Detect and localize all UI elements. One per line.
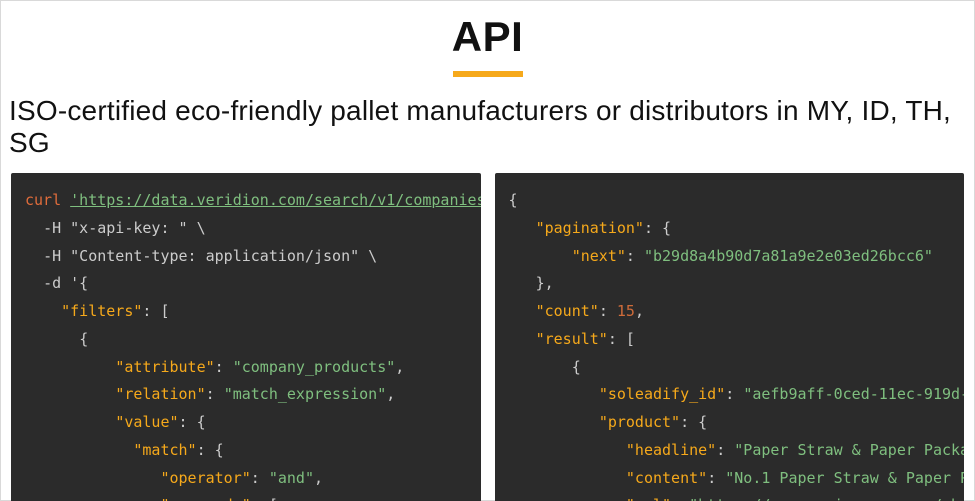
next-val: "b29d8a4b90d7a81a9e2e03ed26bcc6" [644,247,933,265]
filters-key: "filters" [61,302,142,320]
content-val: "No.1 Paper Straw & Paper P [725,469,964,487]
request-url: 'https://data.veridion.com/search/v1/com… [70,191,480,209]
value-key: "value" [115,413,178,431]
soleadify-val: "aefb9aff-0ced-11ec-919d-8 [743,385,964,403]
count-val: 15 [617,302,635,320]
count-key: "count" [536,302,599,320]
request-code-block: curl 'https://data.veridion.com/search/v… [11,173,481,501]
operator-key: "operator" [160,469,250,487]
match-key: "match" [133,441,196,459]
url-key: "url" [626,496,671,501]
url-val: "https://www.canjaya.com.my/abo [689,496,964,501]
code-panes: curl 'https://data.veridion.com/search/v… [1,173,974,501]
relation-key: "relation" [115,385,205,403]
page-frame: API ISO-certified eco-friendly pallet ma… [0,0,975,501]
body-open: -d '{ [43,274,88,292]
operands-key: "operands" [160,496,250,501]
header-line-1: -H "x-api-key: " \ [43,219,206,237]
header: API [1,13,974,77]
pagination-key: "pagination" [536,219,644,237]
soleadify-key: "soleadify_id" [599,385,725,403]
response-code-block: { "pagination": { "next": "b29d8a4b90d7a… [495,173,965,501]
relation-val: "match_expression" [224,385,387,403]
operator-val: "and" [269,469,314,487]
content-key: "content" [626,469,707,487]
attribute-key: "attribute" [115,358,214,376]
headline-val: "Paper Straw & Paper Packa [734,441,964,459]
attribute-val: "company_products" [233,358,396,376]
page-subtitle: ISO-certified eco-friendly pallet manufa… [1,95,974,173]
next-key: "next" [572,247,626,265]
product-key: "product" [599,413,680,431]
title-underline [453,71,523,77]
result-key: "result" [536,330,608,348]
page-title: API [1,13,974,61]
curl-keyword: curl [25,191,61,209]
header-line-2: -H "Content-type: application/json" \ [43,247,377,265]
headline-key: "headline" [626,441,716,459]
